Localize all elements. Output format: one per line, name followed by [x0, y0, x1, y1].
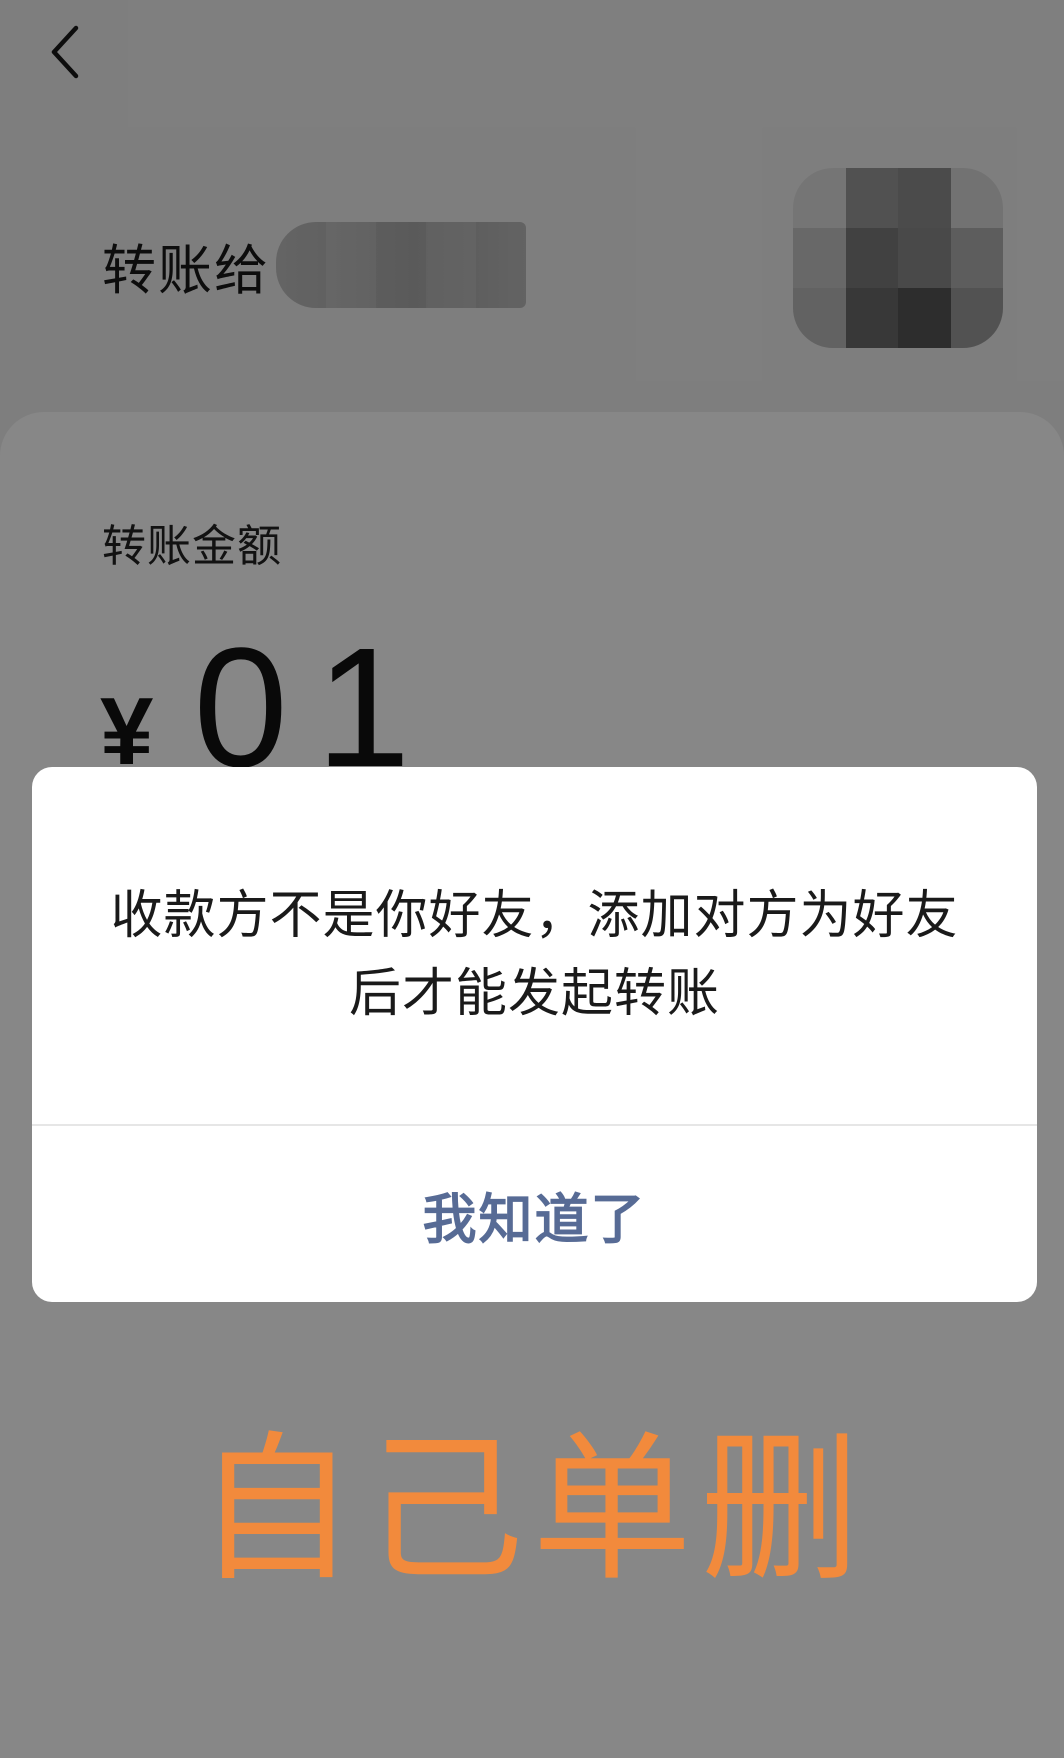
got-it-button[interactable]: 我知道了	[32, 1126, 1037, 1302]
annotation-text: 自己单删	[195, 1416, 868, 1603]
alert-dialog: 收款方不是你好友，添加对方为好友后才能发起转账 我知道了	[32, 767, 1037, 1302]
dialog-message: 收款方不是你好友，添加对方为好友后才能发起转账	[110, 886, 959, 1024]
